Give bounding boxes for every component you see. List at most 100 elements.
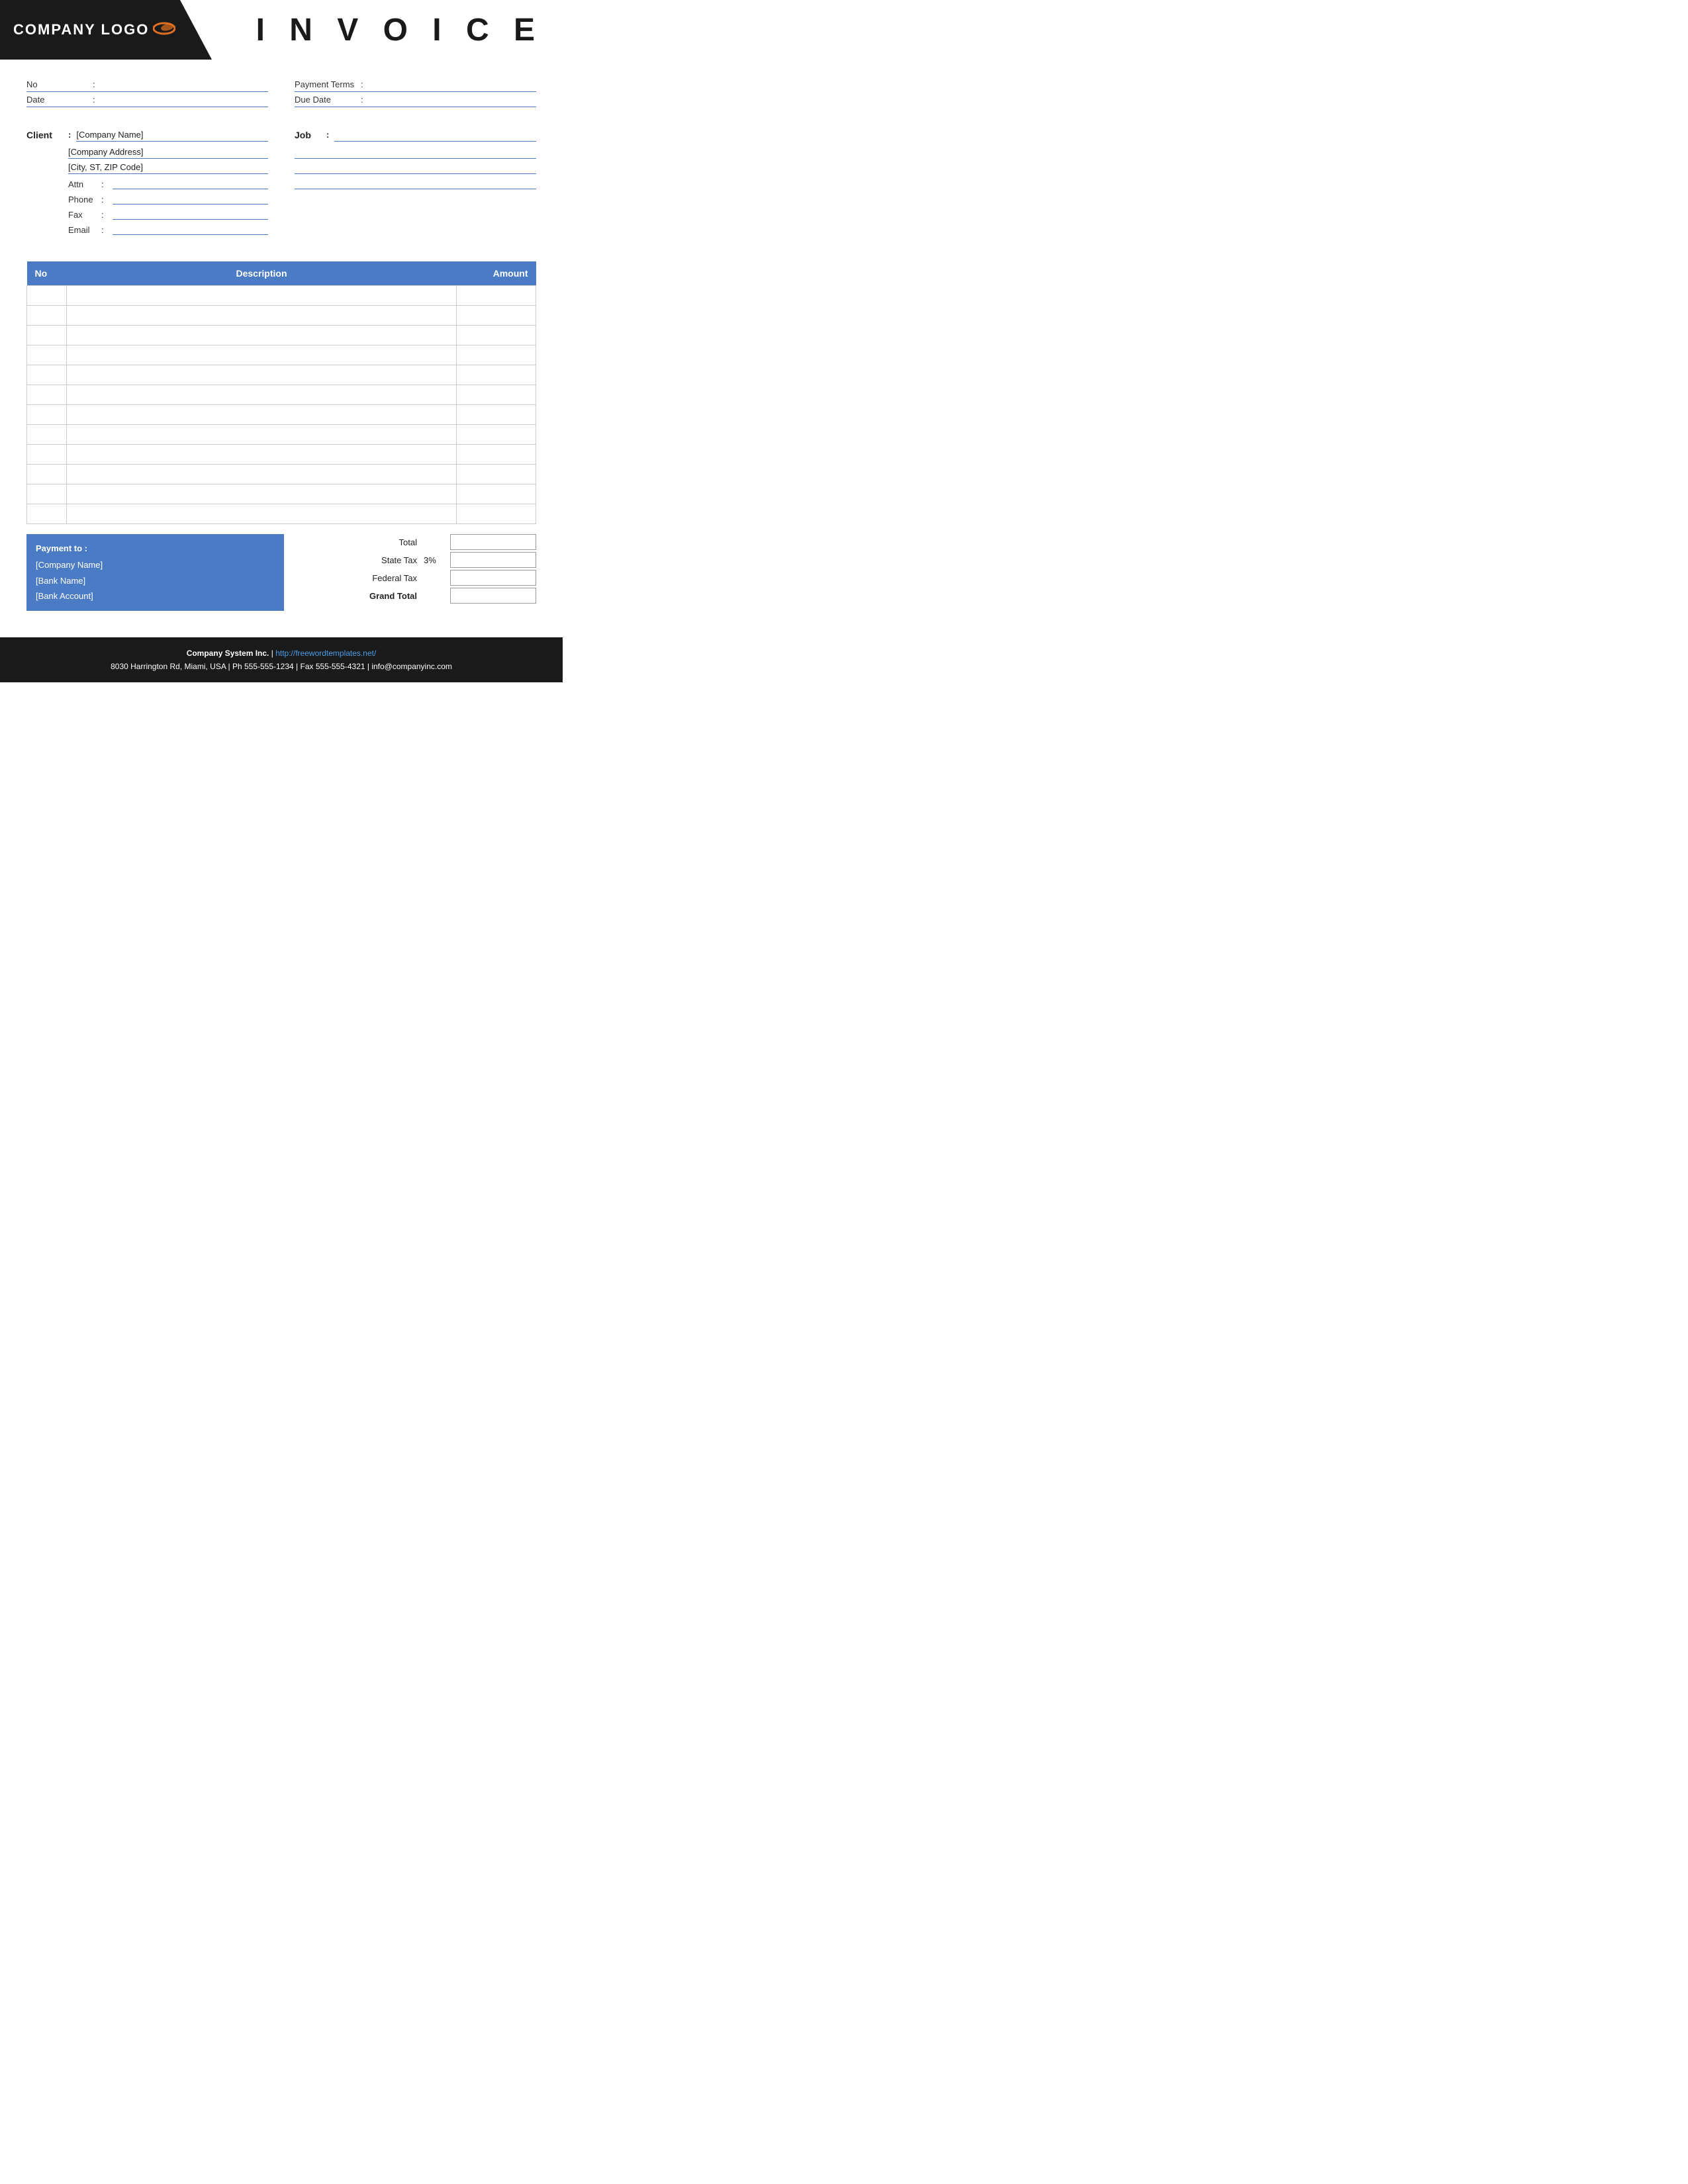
state-tax-value[interactable] [450,552,536,568]
row-no[interactable] [27,385,67,405]
totals-block: Total State Tax 3% Federal Tax Grand Tot… [297,534,536,604]
row-no[interactable] [27,445,67,465]
row-description[interactable] [67,385,457,405]
row-amount[interactable] [457,326,536,345]
job-line4-row [295,177,536,189]
row-description[interactable] [67,465,457,484]
row-amount[interactable] [457,365,536,385]
row-amount[interactable] [457,425,536,445]
date-colon: : [93,95,103,105]
row-no[interactable] [27,326,67,345]
payment-terms-value [371,79,536,89]
row-description[interactable] [67,425,457,445]
total-value[interactable] [450,534,536,550]
row-no[interactable] [27,345,67,365]
row-no[interactable] [27,504,67,524]
job-colon: : [326,130,329,140]
state-tax-row: State Tax 3% [297,552,536,568]
footer-website[interactable]: http://freewordtemplates.net/ [275,649,376,658]
date-row: Date : [26,95,268,107]
row-amount[interactable] [457,405,536,425]
state-tax-percent: 3% [424,555,444,565]
row-amount[interactable] [457,445,536,465]
row-description[interactable] [67,504,457,524]
client-email-value[interactable] [113,223,268,235]
table-row [27,345,536,365]
row-description[interactable] [67,286,457,306]
client-email-label: Email [68,225,101,235]
due-date-colon: : [361,95,371,105]
row-description[interactable] [67,345,457,365]
client-phone-colon: : [101,195,109,205]
job-line3-row [295,162,536,174]
row-amount[interactable] [457,465,536,484]
total-label: Total [351,537,417,547]
row-description[interactable] [67,326,457,345]
client-fax-row: Fax : [26,208,268,220]
row-amount[interactable] [457,385,536,405]
row-amount[interactable] [457,286,536,306]
client-label: Client [26,130,63,140]
payment-block: Payment to : [Company Name] [Bank Name] … [26,534,284,611]
client-city-st-zip[interactable]: [City, ST, ZIP Code] [68,162,268,174]
total-row: Total [297,534,536,550]
footer-company: Company System Inc. [187,649,269,658]
payment-title: Payment to : [36,541,275,556]
grand-total-row: Grand Total [297,588,536,604]
table-header-row: No Description Amount [27,261,536,286]
page-header: COMPANY LOGO I N V O I C E [0,0,563,60]
row-amount[interactable] [457,345,536,365]
job-line2[interactable] [295,147,536,159]
client-job-section: Client : [Company Name] [Company Address… [0,116,563,251]
table-row [27,306,536,326]
row-no[interactable] [27,405,67,425]
client-company-name[interactable]: [Company Name] [76,130,268,142]
no-label: No [26,79,93,89]
footer-line2: 8030 Harrington Rd, Miami, USA | Ph 555-… [13,660,549,673]
due-date-row: Due Date : [295,95,536,107]
row-description[interactable] [67,484,457,504]
client-fax-label: Fax [68,210,101,220]
row-no[interactable] [27,484,67,504]
job-line4[interactable] [295,177,536,189]
row-no[interactable] [27,465,67,484]
date-label: Date [26,95,93,105]
row-description[interactable] [67,445,457,465]
client-company-address[interactable]: [Company Address] [68,147,268,159]
row-description[interactable] [67,365,457,385]
client-attn-label: Attn [68,179,101,189]
col-amount-header: Amount [457,261,536,286]
job-line1[interactable] [334,130,536,142]
federal-tax-label: Federal Tax [351,573,417,583]
client-colon: : [68,130,71,140]
col-no-header: No [27,261,67,286]
job-line3[interactable] [295,162,536,174]
row-no[interactable] [27,306,67,326]
row-amount[interactable] [457,306,536,326]
row-description[interactable] [67,405,457,425]
due-date-label: Due Date [295,95,361,105]
table-row [27,326,536,345]
row-no[interactable] [27,286,67,306]
due-date-value [371,95,536,105]
no-value [103,79,268,89]
table-row [27,405,536,425]
row-no[interactable] [27,425,67,445]
invoice-title: I N V O I C E [256,12,543,48]
client-attn-value[interactable] [113,177,268,189]
table-body [27,286,536,524]
table-row [27,445,536,465]
footer-line1: Company System Inc. | http://freewordtem… [13,647,549,660]
client-phone-value[interactable] [113,193,268,205]
page-footer: Company System Inc. | http://freewordtem… [0,637,563,683]
row-description[interactable] [67,306,457,326]
payment-terms-row: Payment Terms : [295,79,536,92]
row-amount[interactable] [457,504,536,524]
client-fax-value[interactable] [113,208,268,220]
row-amount[interactable] [457,484,536,504]
federal-tax-row: Federal Tax [297,570,536,586]
row-no[interactable] [27,365,67,385]
grand-total-value[interactable] [450,588,536,604]
no-row: No : [26,79,268,92]
federal-tax-value[interactable] [450,570,536,586]
